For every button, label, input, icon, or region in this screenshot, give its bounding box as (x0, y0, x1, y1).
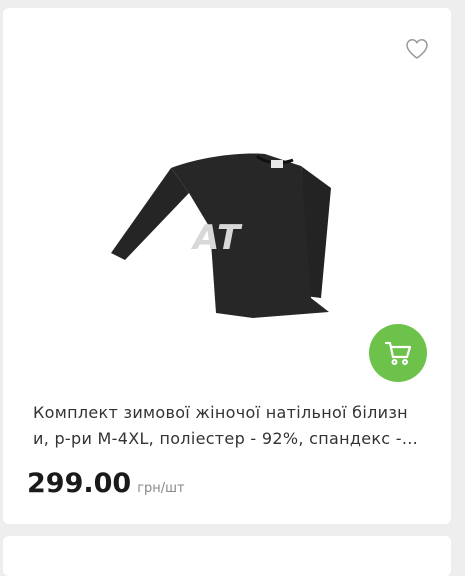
heart-icon (406, 39, 428, 59)
watermark-logo: AT (193, 218, 242, 258)
next-product-card[interactable] (3, 536, 451, 576)
product-title-link[interactable]: Комплект зимової жіночої натільної білиз… (33, 400, 423, 452)
product-title-line-2: и, р-ри M-4XL, поліестер - 92%, спандекс… (33, 429, 419, 448)
product-price: 299.00 (27, 468, 132, 499)
price-unit: грн/шт (137, 481, 185, 496)
product-image[interactable]: AT (3, 68, 451, 368)
price-row: 299.00 грн/шт (27, 468, 185, 499)
product-card[interactable]: AT Комплект зимової жіночої натільної бі… (3, 8, 451, 524)
add-to-cart-button[interactable] (369, 324, 427, 382)
product-title-line-1: Комплект зимової жіночої натільної білиз… (33, 403, 408, 422)
add-to-favorites-button[interactable] (405, 38, 429, 60)
cart-icon (384, 341, 412, 365)
